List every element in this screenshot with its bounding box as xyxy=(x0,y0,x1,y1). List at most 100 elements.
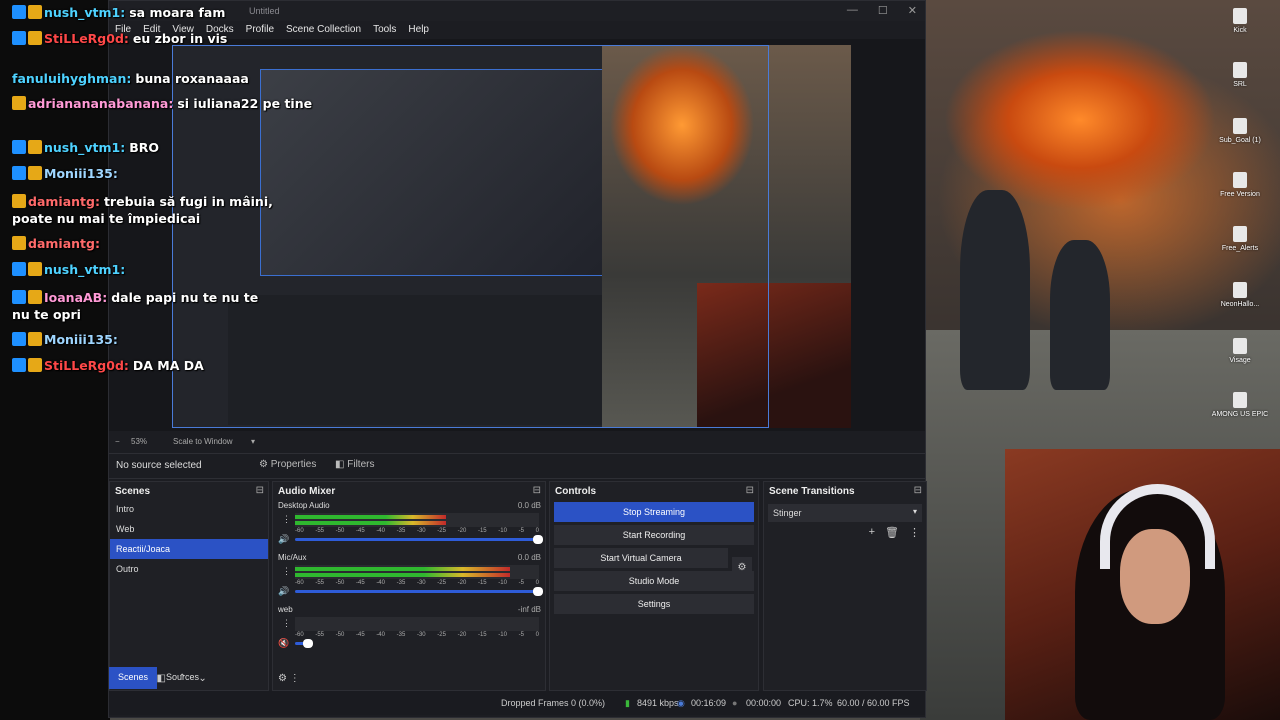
close-button[interactable]: ✕ xyxy=(908,4,917,17)
zoom-level: 53% xyxy=(131,437,148,446)
wallpaper-firefighter xyxy=(1050,240,1110,390)
trash-icon[interactable]: 🗑 xyxy=(885,526,899,539)
volume-slider[interactable] xyxy=(295,535,543,544)
scene-item[interactable]: Web xyxy=(110,519,268,539)
stop-streaming-button[interactable]: Stop Streaming xyxy=(554,502,754,522)
undock-icon[interactable]: ⊟ xyxy=(533,485,541,496)
meter-tick-label: -40 xyxy=(376,528,385,534)
desktop-icon[interactable]: NeonHallo... xyxy=(1200,282,1280,308)
scene-item[interactable]: Intro xyxy=(110,499,268,519)
kebab-icon[interactable]: ⋮ xyxy=(282,566,291,577)
speaker-icon[interactable]: 🔊 xyxy=(278,586,289,597)
chat-message: buna roxanaaaa xyxy=(135,71,249,86)
minimize-button[interactable]: — xyxy=(847,4,858,17)
badge-icon xyxy=(12,140,26,154)
tab-scenes[interactable]: Scenes xyxy=(109,667,158,689)
transition-select[interactable]: Stinger ▾ xyxy=(768,504,922,522)
start-recording-button[interactable]: Start Recording xyxy=(554,525,754,545)
meter-tick-label: -5 xyxy=(518,580,524,586)
undock-icon[interactable]: ⊟ xyxy=(914,485,922,496)
file-icon xyxy=(1233,282,1247,298)
meter-tick-label: -45 xyxy=(355,632,365,638)
chat-line: adrianananabanana: si iuliana22 pe tine xyxy=(12,96,312,111)
desktop-icon[interactable]: Sub_Goal (1) xyxy=(1200,118,1280,144)
filters-button[interactable]: ◧ Filters xyxy=(335,459,374,470)
scene-item-active[interactable]: Reactii/Joaca xyxy=(110,539,268,559)
file-icon xyxy=(1233,338,1247,354)
speaker-icon[interactable]: 🔊 xyxy=(278,534,289,545)
kebab-icon[interactable]: ⋮ xyxy=(282,618,291,629)
meter-tick-label: -50 xyxy=(335,528,345,534)
filter-icon: ◧ xyxy=(335,459,348,470)
gear-icon[interactable]: ⚙ ⋮ xyxy=(278,673,300,684)
signal-icon: ▮ xyxy=(625,698,630,708)
webcam-overlay xyxy=(1005,449,1280,720)
chat-user: IoanaAB: xyxy=(44,290,108,305)
desktop-icon[interactable]: Kick xyxy=(1200,8,1280,34)
crown-icon xyxy=(28,31,42,45)
chevron-down-icon: ▾ xyxy=(912,507,917,516)
chat-line: fanuluihyghman: buna roxanaaaa xyxy=(12,71,249,86)
controls-title: Controls xyxy=(555,486,597,497)
menu-help[interactable]: Help xyxy=(402,21,435,39)
desktop-icon[interactable]: SRL xyxy=(1200,62,1280,88)
slider-knob[interactable] xyxy=(533,587,543,596)
meter-tick-label: -40 xyxy=(376,580,385,586)
meter-tick-label: -50 xyxy=(335,632,345,638)
volume-meter xyxy=(295,513,539,527)
chat-line: StiLLeRg0d: eu zbor in vis xyxy=(12,31,227,46)
tab-sources[interactable]: Sources xyxy=(157,667,208,689)
speaker-muted-icon[interactable]: 🔇 xyxy=(278,638,289,649)
desktop-icon[interactable]: AMONG US EPIC xyxy=(1200,392,1280,418)
zoom-out-icon[interactable]: − xyxy=(115,437,120,446)
meter-tick-label: -60 xyxy=(295,528,304,534)
volume-slider[interactable] xyxy=(295,587,543,596)
meter-ticks: -60 -55 -50 -45 -40 -35 -30 -25 -20 -15 -10 -5 0 xyxy=(295,528,539,534)
chat-user: damiantg: xyxy=(28,236,100,251)
start-virtual-camera-button[interactable]: Start Virtual Camera xyxy=(554,548,728,568)
desktop-icon[interactable]: Free_Alerts xyxy=(1200,226,1280,252)
desktop-icon[interactable]: Free Version xyxy=(1200,172,1280,198)
meter-level xyxy=(295,515,447,519)
mixer-channel: Desktop Audio 0.0 dB ⋮ -60 -55 -50 -45 -40 -3… xyxy=(273,499,545,551)
record-time: 00:00:00 xyxy=(746,698,782,708)
bitrate: 8491 kbps xyxy=(637,698,679,708)
properties-button[interactable]: ⚙ Properties xyxy=(259,459,316,470)
volume-meter xyxy=(295,565,539,579)
status-bar: Dropped Frames 0 (0.0%) ▮ 8491 kbps ◉ 00… xyxy=(109,691,925,715)
mixer-title: Audio Mixer xyxy=(278,486,336,497)
scale-bar: − 53% Scale to Window ▾ xyxy=(109,431,925,451)
volume-slider[interactable] xyxy=(295,639,313,648)
scale-mode-select[interactable]: Scale to Window xyxy=(173,437,233,446)
menu-scene-collection[interactable]: Scene Collection xyxy=(280,21,367,39)
slider-knob[interactable] xyxy=(303,639,313,648)
meter-tick-label: -35 xyxy=(396,580,406,586)
settings-button[interactable]: Settings xyxy=(554,594,754,614)
kebab-icon[interactable]: ⋮ xyxy=(909,526,920,539)
desktop-icon[interactable]: Visage xyxy=(1200,338,1280,364)
chat-user: nush_vtm1: xyxy=(44,140,126,155)
badge-icon xyxy=(12,290,26,304)
controls-dock: Controls ⊟ Stop Streaming Start Recording… xyxy=(549,481,759,691)
meter-tick-label: -30 xyxy=(416,528,426,534)
maximize-button[interactable]: ☐ xyxy=(878,4,888,17)
mixer-channel: web -inf dB ⋮ -60 -55 -50 -45 -40 -35 -30 -25 -2… xyxy=(273,603,545,655)
chat-user: adrianananabanana: xyxy=(28,96,174,111)
menu-tools[interactable]: Tools xyxy=(367,21,402,39)
meter-level xyxy=(295,573,510,577)
meter-tick-label: -60 xyxy=(295,580,304,586)
kebab-icon[interactable]: ⋮ xyxy=(282,514,291,525)
undock-icon[interactable]: ⊟ xyxy=(256,485,264,496)
meter-tick-label: -25 xyxy=(437,632,446,638)
meter-tick-label: -55 xyxy=(315,528,324,534)
meter-tick-label: -50 xyxy=(335,580,345,586)
add-icon[interactable]: + xyxy=(869,526,875,539)
chat-user: StiLLeRg0d: xyxy=(44,358,129,373)
undock-icon[interactable]: ⊟ xyxy=(746,485,754,496)
scene-item[interactable]: Outro xyxy=(110,559,268,579)
studio-mode-button[interactable]: Studio Mode xyxy=(554,571,754,591)
slider-knob[interactable] xyxy=(533,535,543,544)
badge-icon xyxy=(12,31,26,45)
crown-icon xyxy=(28,332,42,346)
chevron-down-icon[interactable]: ▾ xyxy=(251,437,255,446)
